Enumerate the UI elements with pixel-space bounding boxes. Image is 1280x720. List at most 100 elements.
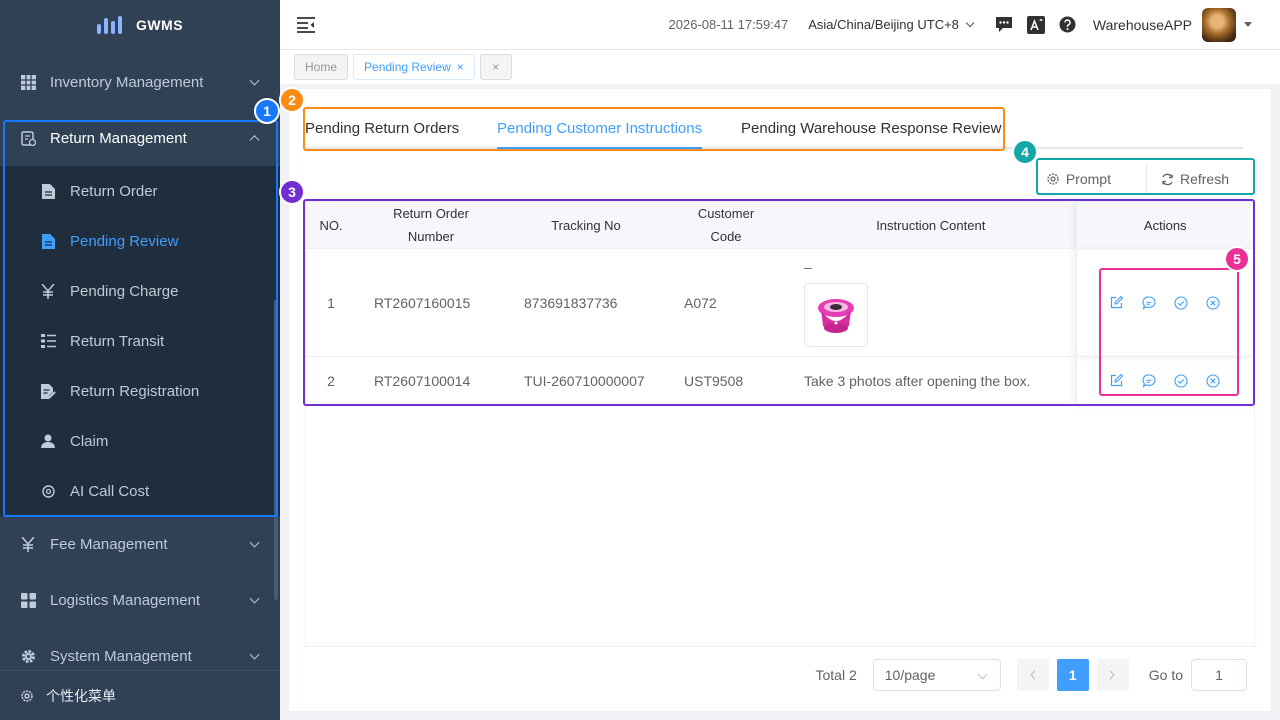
chevron-down-icon: [965, 18, 975, 27]
sidebar: GWMS Inventory Management Return Managem…: [0, 0, 280, 720]
check-circle-icon[interactable]: [1174, 295, 1188, 310]
refresh-button[interactable]: Refresh: [1147, 165, 1243, 193]
comment-icon[interactable]: [1142, 295, 1156, 310]
chevron-right-icon: [1109, 670, 1116, 680]
gear-icon: [20, 689, 34, 703]
sidebar-item-return-management[interactable]: Return Management: [0, 110, 280, 166]
personalized-menu-button[interactable]: 个性化菜单: [0, 670, 280, 720]
cell-actions: [1075, 356, 1254, 405]
gear-icon: [20, 648, 36, 664]
sidebar-item-label: Claim: [70, 432, 109, 450]
instruction-image-thumbnail[interactable]: [804, 282, 868, 347]
sidebar-item-label: System Management: [50, 647, 192, 665]
goto-label: Go to: [1148, 667, 1183, 683]
sidebar-item-inventory-management[interactable]: Inventory Management: [0, 54, 280, 110]
tabs: Pending Return Orders Pending Customer I…: [305, 115, 1243, 149]
table-row: 1 RT2607160015 873691837736 A072 –: [306, 248, 1255, 357]
sidebar-item-label: Return Registration: [70, 382, 200, 400]
tab-pending-warehouse-response-review[interactable]: Pending Warehouse Response Review: [741, 120, 1001, 137]
tag-label: Pending Review: [364, 60, 451, 74]
grid-icon: [20, 74, 36, 90]
tags-view: Home Pending Review × ×: [280, 50, 1280, 84]
row-actions: [1077, 295, 1255, 310]
main-card: Pending Return Orders Pending Customer I…: [288, 88, 1272, 712]
sidebar-item-pending-review[interactable]: Pending Review: [0, 216, 280, 266]
timezone-select[interactable]: Asia/China/Beijing UTC+8: [808, 17, 975, 32]
refresh-label: Refresh: [1179, 171, 1229, 187]
user-icon: [40, 433, 56, 449]
yen-icon: [20, 536, 36, 552]
tag-label: Home: [305, 60, 338, 74]
tag-pending-review[interactable]: Pending Review ×: [353, 54, 475, 80]
cell-no: 1: [306, 248, 356, 357]
next-page-button[interactable]: [1096, 659, 1129, 691]
app-logo: GWMS: [0, 0, 280, 50]
goto-page-input[interactable]: 1: [1191, 659, 1247, 691]
personalized-menu-label: 个性化菜单: [46, 687, 116, 704]
edit-icon[interactable]: [1110, 373, 1124, 388]
close-circle-icon[interactable]: [1206, 373, 1220, 388]
sidebar-item-claim[interactable]: Claim: [0, 416, 280, 466]
cell-tracking: 873691837736: [506, 248, 666, 357]
page-size-value: 10/page: [884, 667, 936, 683]
page-number-current[interactable]: 1: [1056, 659, 1089, 691]
cell-customer: A072: [666, 248, 786, 357]
sidebar-item-label: Return Management: [50, 129, 187, 147]
tab-pending-customer-instructions[interactable]: Pending Customer Instructions: [497, 120, 702, 137]
chevron-left-icon: [1030, 670, 1036, 680]
prev-page-button[interactable]: [1016, 659, 1049, 691]
comment-icon[interactable]: [1142, 373, 1156, 388]
avatar[interactable]: [1202, 7, 1236, 42]
sidebar-item-fee-management[interactable]: Fee Management: [0, 516, 280, 572]
menu-toggle-icon[interactable]: [296, 15, 316, 35]
sidebar-item-pending-charge[interactable]: Pending Charge: [0, 266, 280, 316]
sidebar-item-return-transit[interactable]: Return Transit: [0, 316, 280, 366]
toolbar: Prompt Refresh: [1032, 165, 1243, 193]
toolbar-divider: [1125, 165, 1147, 193]
annotation-badge-4: 4: [1012, 139, 1038, 165]
cell-no: 2: [306, 356, 356, 405]
chevron-down-icon: [249, 75, 260, 86]
cell-tracking: TUI-260710000007: [506, 356, 666, 405]
table-header-row: NO. Return Order Number Tracking No Custo…: [306, 202, 1254, 249]
prompt-button[interactable]: Prompt: [1032, 165, 1125, 193]
sidebar-item-return-order[interactable]: Return Order: [0, 166, 280, 216]
cell-instruction: Take 3 photos after opening the box.: [786, 356, 1076, 405]
help-icon[interactable]: [1059, 16, 1077, 34]
return-icon: [20, 130, 36, 146]
close-circle-icon[interactable]: [1206, 295, 1220, 310]
prompt-label: Prompt: [1065, 171, 1111, 187]
translate-icon[interactable]: [1026, 15, 1045, 34]
username[interactable]: WarehouseAPP: [1093, 17, 1192, 33]
header-customer-code: Customer Code: [666, 202, 786, 249]
chevron-up-icon: [249, 135, 260, 146]
page-size-select[interactable]: 10/page: [872, 659, 1001, 691]
check-circle-icon[interactable]: [1174, 373, 1188, 388]
close-icon[interactable]: ×: [457, 60, 464, 74]
instructions-table: NO. Return Order Number Tracking No Custo…: [305, 201, 1255, 647]
edit-icon[interactable]: [1110, 295, 1124, 310]
coin-icon: [40, 483, 56, 499]
annotation-badge-5: 5: [1224, 246, 1250, 272]
sidebar-item-return-registration[interactable]: Return Registration: [0, 366, 280, 416]
message-icon[interactable]: [995, 16, 1013, 34]
sidebar-scrollbar[interactable]: [274, 300, 278, 600]
gear-icon: [1047, 173, 1059, 185]
chevron-down-icon: [249, 537, 260, 548]
annotation-badge-2: 2: [279, 87, 305, 113]
tag-home[interactable]: Home: [294, 54, 349, 80]
sidebar-item-ai-call-cost[interactable]: AI Call Cost: [0, 466, 280, 516]
sidebar-item-logistics-management[interactable]: Logistics Management: [0, 572, 280, 628]
list-icon: [40, 333, 56, 349]
sidebar-item-label: Fee Management: [50, 535, 168, 553]
table-row: 2 RT2607100014 TUI-260710000007 UST9508 …: [306, 356, 1254, 405]
app-name: GWMS: [135, 17, 184, 33]
chevron-down-icon: [249, 593, 260, 604]
sidebar-item-label: Logistics Management: [50, 591, 201, 609]
tab-pending-return-orders[interactable]: Pending Return Orders: [305, 120, 459, 137]
close-all-tags-button[interactable]: ×: [479, 54, 512, 80]
caret-down-icon[interactable]: [1244, 22, 1252, 27]
cell-return-order: RT2607160015: [356, 248, 506, 357]
return-submenu: Return Order Pending Review Pending Char…: [0, 166, 280, 516]
tab-active-indicator: [497, 147, 702, 149]
